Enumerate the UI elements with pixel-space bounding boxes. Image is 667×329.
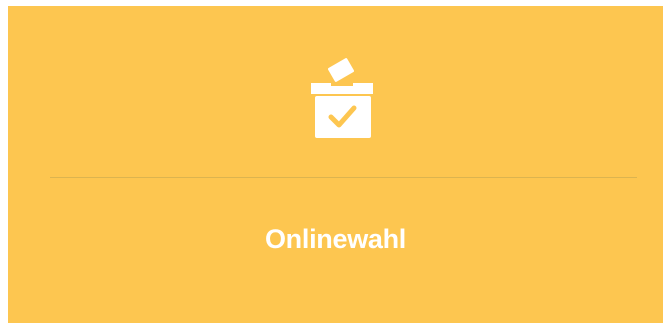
divider (50, 177, 637, 178)
ballot-box-check-icon (305, 56, 379, 140)
tile-label: Onlinewahl (264, 224, 407, 254)
online-voting-tile[interactable]: Onlinewahl (8, 6, 663, 323)
